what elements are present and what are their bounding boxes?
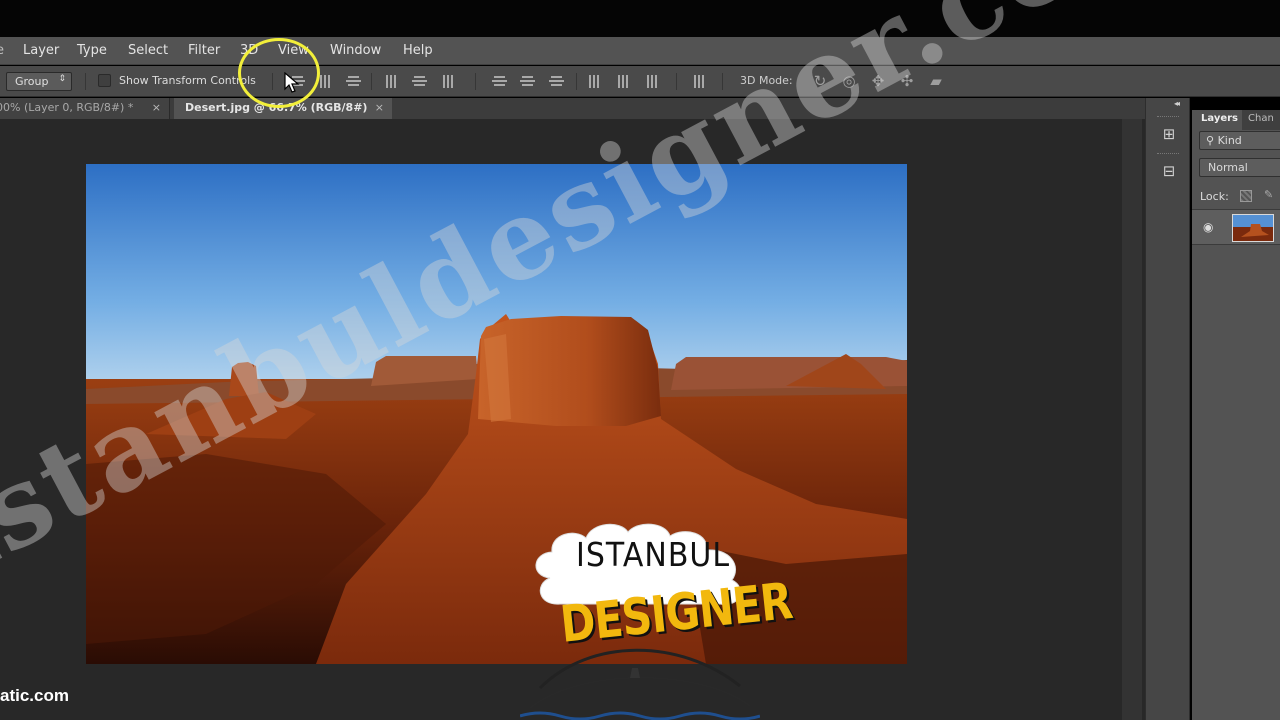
align-bottom-edges-icon[interactable] <box>346 75 361 88</box>
logo-istanbul-text: ISTANBUL <box>576 536 731 575</box>
3d-mode-label: 3D Mode: <box>740 74 793 87</box>
corner-site-text: atic.com <box>0 686 69 705</box>
distribute-horizontal-centers-icon[interactable] <box>616 75 631 88</box>
show-transform-label: Show Transform Controls <box>119 74 256 87</box>
mouse-pointer-icon <box>284 72 300 93</box>
3d-roll-icon[interactable]: ◎ <box>839 71 859 91</box>
menu-help[interactable]: Help <box>403 43 433 58</box>
separator <box>722 73 723 90</box>
separator <box>85 73 86 90</box>
menu-layer[interactable]: Layer <box>23 43 59 58</box>
layer-filter-kind-dropdown[interactable]: ⚲ Kind <box>1199 131 1280 150</box>
properties-icon[interactable]: ⊟ <box>1158 160 1180 182</box>
separator <box>676 73 677 90</box>
align-left-edges-icon[interactable] <box>384 75 399 88</box>
tab-channels[interactable]: Chan <box>1242 110 1280 130</box>
menu-window[interactable]: Window <box>330 43 381 58</box>
menu-select[interactable]: Select <box>128 43 168 58</box>
history-icon[interactable]: ⊞ <box>1158 123 1180 145</box>
distribute-top-icon[interactable] <box>492 75 507 88</box>
tab-layer0-document[interactable]: 00% (Layer 0, RGB/8#) * × <box>0 98 170 119</box>
separator <box>475 73 476 90</box>
menu-type[interactable]: Type <box>77 43 107 58</box>
menu-bar: e Layer Type Select Filter 3D View Windo… <box>0 37 1280 65</box>
dock-grip[interactable] <box>1157 116 1179 118</box>
eye-icon[interactable]: ◉ <box>1203 220 1213 234</box>
align-horizontal-centers-icon[interactable] <box>412 75 427 88</box>
kind-label: Kind <box>1217 134 1242 147</box>
3d-pan-icon[interactable]: ✥ <box>868 71 888 91</box>
lock-transparent-pixels-icon[interactable] <box>1240 190 1252 202</box>
lock-label: Lock: <box>1200 190 1229 203</box>
thumbnail-image <box>1233 215 1273 241</box>
3d-rotate-icon[interactable]: ↻ <box>810 71 830 91</box>
close-icon[interactable]: × <box>375 101 384 114</box>
istanbul-designer-logo: ISTANBUL DESIGNER <box>520 518 795 720</box>
collapse-panels-icon[interactable]: ◂◂ <box>1174 99 1180 108</box>
tab-label: 00% (Layer 0, RGB/8#) * <box>0 101 134 114</box>
lock-image-pixels-icon[interactable]: ✎ <box>1264 188 1273 201</box>
distribute-right-icon[interactable] <box>645 75 660 88</box>
top-black-bar <box>0 0 1280 37</box>
menu-filter[interactable]: Filter <box>188 43 220 58</box>
panel-dock-strip: ⊞ ⊟ <box>1145 98 1190 720</box>
dock-grip[interactable] <box>1157 153 1179 155</box>
align-vertical-centers-icon[interactable] <box>318 75 333 88</box>
options-bar: Group ⇕ Show Transform Controls 3D Mode:… <box>0 66 1280 97</box>
auto-select-value: Group <box>15 75 49 88</box>
show-transform-checkbox[interactable] <box>98 74 111 87</box>
3d-scale-icon[interactable]: ▰ <box>926 71 946 91</box>
3d-slide-icon[interactable]: ✣ <box>897 71 917 91</box>
dropdown-arrows-icon: ⇕ <box>58 74 66 84</box>
layers-panel: Layers Chan ⚲ Kind Normal Lock: ✎ ◉ <box>1192 110 1280 720</box>
menu-item-cutoff[interactable]: e <box>0 43 4 58</box>
tab-layers[interactable]: Layers <box>1195 110 1241 130</box>
vertical-scrollbar[interactable] <box>1122 119 1142 720</box>
layer-row[interactable]: ◉ <box>1192 209 1280 245</box>
blend-mode-dropdown[interactable]: Normal <box>1199 158 1280 177</box>
distribute-vertical-centers-icon[interactable] <box>520 75 535 88</box>
left-spire <box>229 362 259 396</box>
search-icon: ⚲ <box>1206 134 1218 147</box>
separator <box>371 73 372 90</box>
document-tab-bar: 00% (Layer 0, RGB/8#) * × Desert.jpg @ 6… <box>0 98 1145 119</box>
close-icon[interactable]: × <box>152 101 161 114</box>
auto-align-layers-icon[interactable] <box>692 75 707 88</box>
distribute-left-icon[interactable] <box>587 75 602 88</box>
cursor-highlight-circle <box>238 38 320 108</box>
separator <box>576 73 577 90</box>
layer-thumbnail <box>1232 214 1274 242</box>
align-right-edges-icon[interactable] <box>441 75 456 88</box>
distribute-bottom-icon[interactable] <box>549 75 564 88</box>
auto-select-dropdown[interactable]: Group ⇕ <box>6 72 72 91</box>
